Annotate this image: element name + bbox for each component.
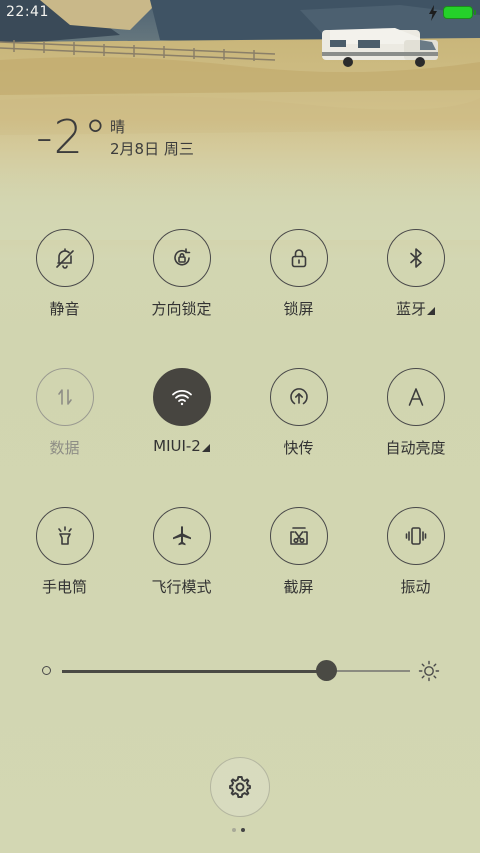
toggle-airplane-button[interactable]: [152, 507, 211, 565]
brightness-track-fill: [62, 669, 326, 673]
vibrate-icon: [405, 527, 426, 545]
toggle-quick-transfer[interactable]: 快传: [240, 368, 357, 468]
lock-icon: [291, 249, 306, 268]
toggle-flashlight-button[interactable]: [35, 507, 94, 565]
flashlight-icon: [57, 526, 72, 545]
toggle-wifi-button[interactable]: [152, 368, 211, 426]
weather-condition: 晴: [110, 118, 126, 136]
toggle-airplane-label: 飞行模式: [151, 578, 212, 596]
toggle-airplane[interactable]: 飞行模式: [123, 507, 240, 607]
brightness-slider[interactable]: [40, 655, 440, 685]
toggle-screenshot[interactable]: 截屏: [240, 507, 357, 607]
toggle-mute-label: 静音: [49, 300, 80, 318]
wifi-icon: [171, 390, 192, 406]
more-options-icon: [427, 307, 435, 315]
toggle-auto-brightness-button[interactable]: [386, 368, 445, 426]
status-bar: 22:41: [0, 0, 480, 26]
dim-sun-icon: [42, 666, 51, 675]
toggle-mute-button[interactable]: [35, 229, 94, 287]
toggle-flashlight[interactable]: 手电筒: [6, 507, 123, 607]
more-options-icon: [201, 444, 210, 452]
transfer-icon: [289, 388, 308, 405]
screenshot-icon: [289, 527, 308, 545]
toggle-rotation-lock-label: 方向锁定: [151, 300, 212, 318]
weather-date: 2月8日 周三: [110, 140, 194, 158]
page-dot-current: [241, 828, 245, 832]
lightning-icon: [429, 5, 437, 21]
toggle-screenshot-label: 截屏: [283, 578, 314, 596]
toggle-wifi[interactable]: MIUI-2: [123, 368, 240, 468]
toggle-lock-screen[interactable]: 锁屏: [240, 229, 357, 329]
toggle-flashlight-label: 手电筒: [41, 578, 87, 596]
status-time: 22:41: [6, 4, 49, 20]
bright-sun-icon: [418, 660, 440, 682]
toggle-bluetooth-button[interactable]: [386, 229, 445, 287]
toggle-rotation-lock-button[interactable]: [152, 229, 211, 287]
toggle-quick-transfer-label: 快传: [283, 439, 314, 457]
toggle-screenshot-button[interactable]: [269, 507, 328, 565]
gear-icon: [229, 776, 251, 798]
toggle-bluetooth[interactable]: 蓝牙: [357, 229, 474, 329]
toggle-mobile-data[interactable]: 数据: [6, 368, 123, 468]
airplane-icon: [172, 526, 191, 546]
toggle-mobile-data-label: 数据: [49, 439, 80, 457]
toggle-bluetooth-label: 蓝牙: [396, 298, 435, 319]
rotation-lock-icon: [173, 248, 190, 266]
toggle-wifi-label: MIUI-2: [153, 437, 210, 455]
toggle-lock-screen-button[interactable]: [269, 229, 328, 287]
toggle-auto-brightness[interactable]: 自动亮度: [357, 368, 474, 468]
settings-button[interactable]: [210, 757, 270, 817]
toggle-wifi-label-text: MIUI-2: [153, 437, 201, 455]
toggle-quick-transfer-button[interactable]: [269, 368, 328, 426]
toggle-vibrate-label: 振动: [400, 578, 431, 596]
toggle-vibrate[interactable]: 振动: [357, 507, 474, 607]
toggle-auto-brightness-label: 自动亮度: [385, 439, 446, 457]
toggle-lock-screen-label: 锁屏: [283, 300, 314, 318]
battery-full-icon: [443, 6, 476, 19]
toggle-bluetooth-label-text: 蓝牙: [395, 300, 426, 318]
bell-off-icon: [55, 248, 74, 269]
toggle-vibrate-button[interactable]: [386, 507, 445, 565]
brightness-track[interactable]: [62, 660, 410, 681]
toggle-mobile-data-button[interactable]: [35, 368, 94, 426]
auto-brightness-icon: [408, 388, 423, 406]
toggle-rotation-lock[interactable]: 方向锁定: [123, 229, 240, 329]
brightness-thumb[interactable]: [316, 660, 337, 681]
mobile-data-icon: [57, 389, 72, 405]
page-dot: [232, 828, 236, 832]
bluetooth-icon: [409, 248, 422, 268]
page-indicator: [232, 828, 245, 832]
temperature: -2°: [36, 110, 108, 164]
toggle-mute[interactable]: 静音: [6, 229, 123, 329]
